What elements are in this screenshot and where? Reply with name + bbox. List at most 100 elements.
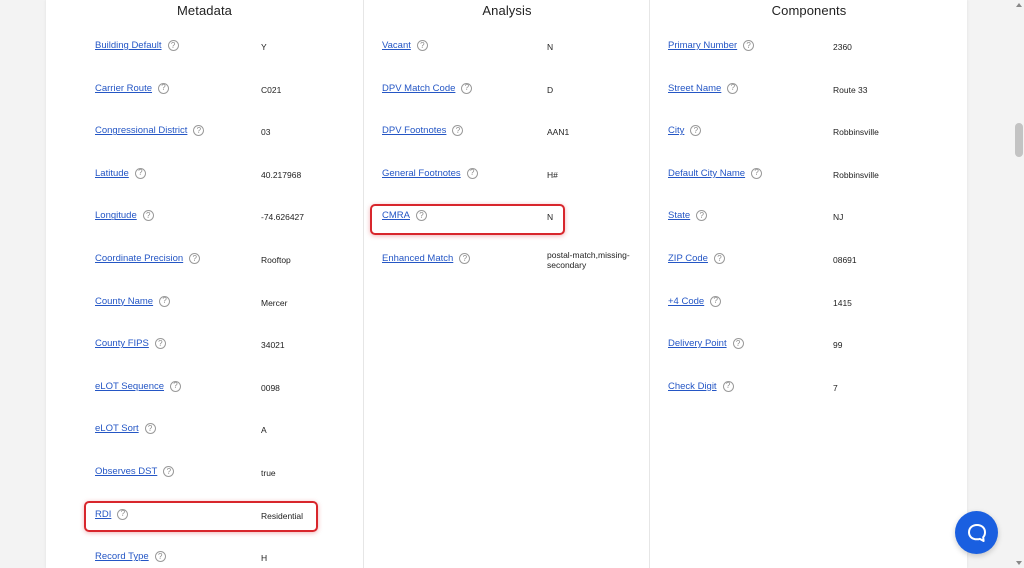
field-link-carrier-route[interactable]: Carrier Route (95, 83, 152, 94)
question-circle-icon[interactable]: ? (751, 167, 763, 179)
question-circle-icon[interactable]: ? (117, 508, 129, 520)
question-circle-icon[interactable]: ? (415, 210, 427, 222)
components-field-primary-number: Primary Number? (668, 40, 755, 51)
question-circle-icon[interactable]: ? (452, 125, 464, 137)
question-circle-icon[interactable]: ? (710, 295, 722, 307)
field-value-coordinate-precision: Rooftop (261, 255, 291, 265)
field-value-county-name: Mercer (261, 297, 288, 308)
question-circle-icon[interactable]: ? (154, 551, 166, 563)
field-value-dpv-footnotes: AAN1 (547, 127, 570, 138)
field-link-delivery-point[interactable]: Delivery Point (668, 338, 727, 349)
components-field-city: City? (668, 125, 702, 137)
field-link-rdi[interactable]: RDI (95, 509, 111, 520)
field-link-state[interactable]: State (668, 210, 690, 221)
field-link-zip-code[interactable]: ZIP Code (668, 253, 708, 264)
metadata-field-county-name: County Name? (95, 295, 171, 307)
analysis-field-cmra: CMRA? (382, 210, 427, 222)
question-circle-icon[interactable]: ? (189, 253, 201, 264)
field-link-dpv-footnotes[interactable]: DPV Footnotes (382, 125, 446, 136)
field-link-street-name[interactable]: Street Name (668, 83, 721, 94)
field-link-coordinate-precision[interactable]: Coordinate Precision (95, 253, 183, 264)
page-scrollbar[interactable] (1014, 0, 1024, 568)
question-circle-icon[interactable]: ? (461, 82, 473, 94)
field-link-elot-sequence[interactable]: eLOT Sequence (95, 381, 164, 392)
metadata-field-longitude: Longitude? (95, 210, 154, 222)
analysis-field-vacant: Vacant? (382, 40, 428, 51)
field-value-general-footnotes: H# (547, 169, 558, 180)
question-circle-icon[interactable]: ? (167, 40, 179, 51)
metadata-field-observes-dst: Observes DST? (95, 466, 175, 477)
field-link-vacant[interactable]: Vacant (382, 40, 411, 51)
question-circle-icon[interactable]: ? (134, 167, 146, 179)
metadata-field-rdi: RDI? (95, 508, 129, 520)
field-link-county-name[interactable]: County Name (95, 296, 153, 307)
metadata-field-county-fips: County FIPS? (95, 338, 166, 350)
question-circle-icon[interactable]: ? (459, 253, 471, 264)
metadata-field-elot-sequence: eLOT Sequence? (95, 380, 182, 392)
field-link-check-digit[interactable]: Check Digit (668, 381, 717, 392)
field-link-observes-dst[interactable]: Observes DST (95, 466, 157, 477)
field-value-enhanced-match: postal-match,missing-secondary (547, 250, 630, 270)
question-circle-icon[interactable]: ? (193, 125, 205, 137)
field-value-check-digit: 7 (833, 382, 838, 393)
question-circle-icon[interactable]: ? (154, 338, 166, 350)
field-link-congressional-district[interactable]: Congressional District (95, 125, 187, 136)
analysis-field-enhanced-match: Enhanced Match? (382, 253, 471, 264)
scroll-thumb[interactable] (1015, 123, 1023, 157)
field-value-carrier-route: C021 (261, 84, 282, 95)
field-link-elot-sort[interactable]: eLOT Sort (95, 423, 139, 434)
scroll-up-arrow-icon[interactable] (1016, 3, 1022, 7)
field-value-city: Robbinsville (833, 127, 879, 138)
field-value-record-type: H (261, 553, 268, 564)
question-circle-icon[interactable]: ? (696, 210, 708, 222)
question-circle-icon[interactable]: ? (713, 253, 725, 264)
metadata-field-record-type: Record Type? (95, 551, 166, 563)
field-value-longitude: -74.626427 (261, 212, 305, 223)
field-link-building-default[interactable]: Building Default (95, 40, 162, 51)
analysis-field-dpv-match-code: DPV Match Code? (382, 82, 473, 94)
question-circle-icon[interactable]: ? (466, 167, 478, 179)
question-circle-icon[interactable]: ? (163, 466, 175, 477)
analysis-title: Analysis (482, 3, 532, 18)
field-value-rdi: Residential (261, 510, 304, 521)
field-value-street-name: Route 33 (833, 84, 868, 95)
question-circle-icon[interactable]: ? (144, 423, 156, 435)
field-value-elot-sequence: 0098 (261, 382, 280, 393)
question-circle-icon[interactable]: ? (722, 380, 734, 392)
question-circle-icon[interactable]: ? (732, 338, 744, 350)
question-circle-icon[interactable]: ? (158, 82, 170, 94)
question-circle-icon[interactable]: ? (416, 40, 428, 51)
field-value-dpv-match-code: D (547, 84, 554, 95)
metadata-field-coordinate-precision: Coordinate Precision? (95, 253, 201, 264)
field-link-4-code[interactable]: +4 Code (668, 296, 704, 307)
field-link-enhanced-match[interactable]: Enhanced Match (382, 253, 453, 264)
scroll-down-arrow-icon[interactable] (1016, 561, 1022, 565)
field-link-cmra[interactable]: CMRA (382, 210, 410, 221)
metadata-field-building-default: Building Default? (95, 40, 179, 51)
chat-bubble-icon (967, 523, 986, 542)
question-circle-icon[interactable]: ? (743, 40, 755, 51)
question-circle-icon[interactable]: ? (727, 82, 739, 94)
field-value-observes-dst: true (261, 468, 276, 478)
field-link-default-city-name[interactable]: Default City Name (668, 168, 745, 179)
field-link-longitude[interactable]: Longitude (95, 210, 137, 221)
chat-button[interactable] (955, 511, 998, 554)
field-link-city[interactable]: City (668, 125, 684, 136)
question-circle-icon[interactable]: ? (690, 125, 702, 137)
field-value-congressional-district: 03 (261, 127, 271, 138)
question-circle-icon[interactable]: ? (159, 295, 171, 307)
field-link-record-type[interactable]: Record Type (95, 551, 149, 562)
components-field-default-city-name: Default City Name? (668, 167, 763, 179)
question-circle-icon[interactable]: ? (170, 380, 182, 392)
field-value-4-code: 1415 (833, 297, 852, 308)
field-link-general-footnotes[interactable]: General Footnotes (382, 168, 461, 179)
question-circle-icon[interactable]: ? (142, 210, 154, 222)
metadata-field-latitude: Latitude? (95, 167, 146, 179)
field-link-county-fips[interactable]: County FIPS (95, 338, 149, 349)
field-link-dpv-match-code[interactable]: DPV Match Code (382, 83, 455, 94)
metadata-field-elot-sort: eLOT Sort? (95, 423, 156, 435)
field-value-latitude: 40.217968 (261, 169, 302, 180)
field-link-latitude[interactable]: Latitude (95, 168, 129, 179)
field-link-primary-number[interactable]: Primary Number (668, 40, 737, 51)
components-title: Components (771, 3, 847, 18)
